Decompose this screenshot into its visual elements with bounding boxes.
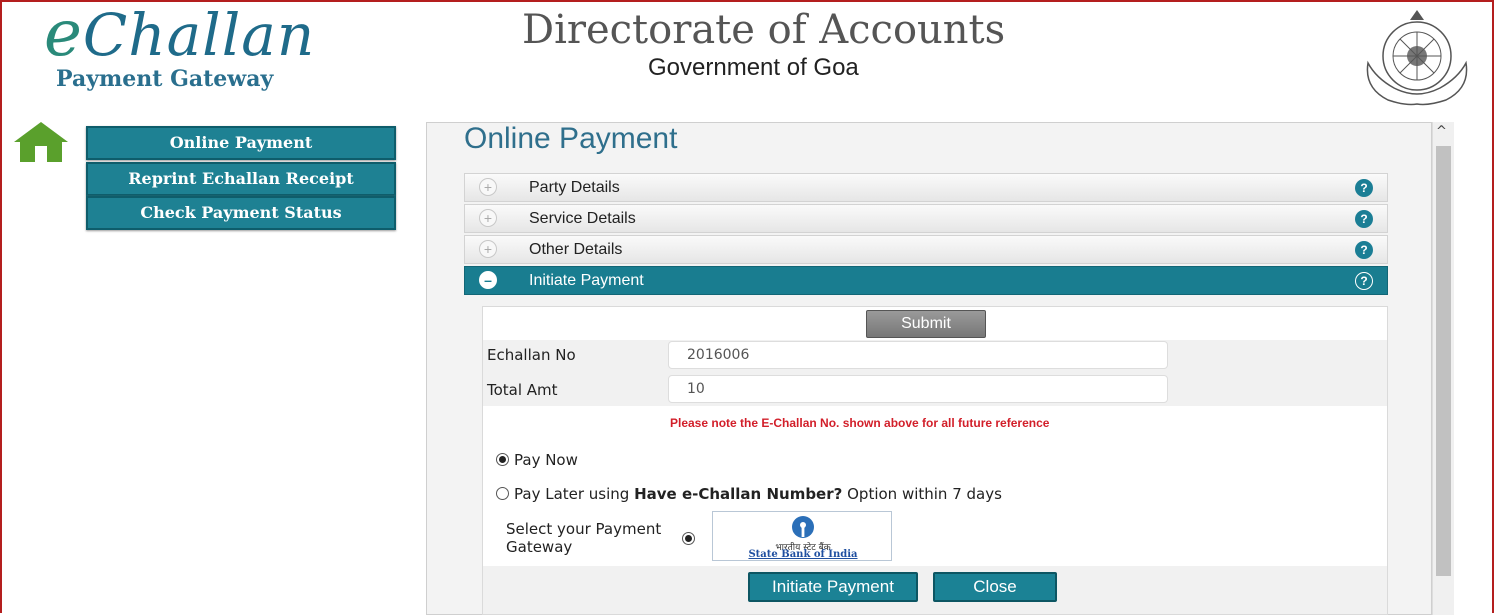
close-button[interactable]: Close	[933, 572, 1057, 602]
echallan-logo: eChallan	[44, 0, 316, 71]
collapse-minus-icon: –	[479, 271, 497, 289]
goa-emblem-icon	[1366, 10, 1468, 106]
page-header-title: Directorate of Accounts	[522, 7, 1006, 53]
payment-gateway-label: Select your Payment Gateway	[506, 520, 662, 556]
sidebar-item-online-payment[interactable]: Online Payment	[86, 126, 396, 160]
logo-subtitle: Payment Gateway	[56, 66, 274, 92]
echallan-no-field[interactable]	[668, 341, 1168, 369]
submit-button[interactable]: Submit	[866, 310, 986, 338]
pay-later-radio[interactable]	[496, 487, 509, 500]
section-initiate-payment[interactable]: – Initiate Payment ?	[464, 266, 1388, 295]
sbi-logo-icon	[792, 516, 814, 538]
help-icon[interactable]: ?	[1355, 179, 1373, 197]
help-icon[interactable]: ?	[1355, 210, 1373, 228]
sbi-gateway-option[interactable]: भारतीय स्टेट बैंक State Bank of India	[712, 511, 892, 561]
help-icon[interactable]: ?	[1355, 272, 1373, 290]
section-other-details[interactable]: + Other Details ?	[464, 235, 1388, 264]
sidebar-item-reprint-receipt[interactable]: Reprint Echallan Receipt	[86, 162, 396, 196]
sidebar-item-check-status[interactable]: Check Payment Status	[86, 196, 396, 230]
total-amt-label: Total Amt	[487, 381, 558, 399]
sbi-english-name: State Bank of India	[748, 549, 858, 560]
expand-plus-icon: +	[479, 209, 497, 227]
pay-now-option[interactable]: Pay Now	[496, 451, 578, 469]
total-amt-field[interactable]	[668, 375, 1168, 403]
page-header-subtitle: Government of Goa	[648, 54, 859, 81]
echallan-no-label: Echallan No	[487, 346, 576, 364]
expand-plus-icon: +	[479, 240, 497, 258]
scroll-thumb[interactable]	[1436, 146, 1451, 576]
reference-note: Please note the E-Challan No. shown abov…	[670, 416, 1050, 430]
section-service-details[interactable]: + Service Details ?	[464, 204, 1388, 233]
help-icon[interactable]: ?	[1355, 241, 1373, 259]
scroll-up-arrow-icon[interactable]: ^	[1436, 124, 1447, 139]
sbi-gateway-radio[interactable]	[682, 532, 695, 545]
section-party-details[interactable]: + Party Details ?	[464, 173, 1388, 202]
pay-later-option[interactable]: Pay Later using Have e-Challan Number? O…	[496, 485, 1002, 503]
expand-plus-icon: +	[479, 178, 497, 196]
pay-now-radio[interactable]	[496, 453, 509, 466]
vertical-scrollbar[interactable]: ^	[1432, 122, 1454, 615]
panel-title: Online Payment	[464, 122, 678, 155]
initiate-payment-button[interactable]: Initiate Payment	[748, 572, 918, 602]
home-icon[interactable]	[12, 120, 70, 164]
